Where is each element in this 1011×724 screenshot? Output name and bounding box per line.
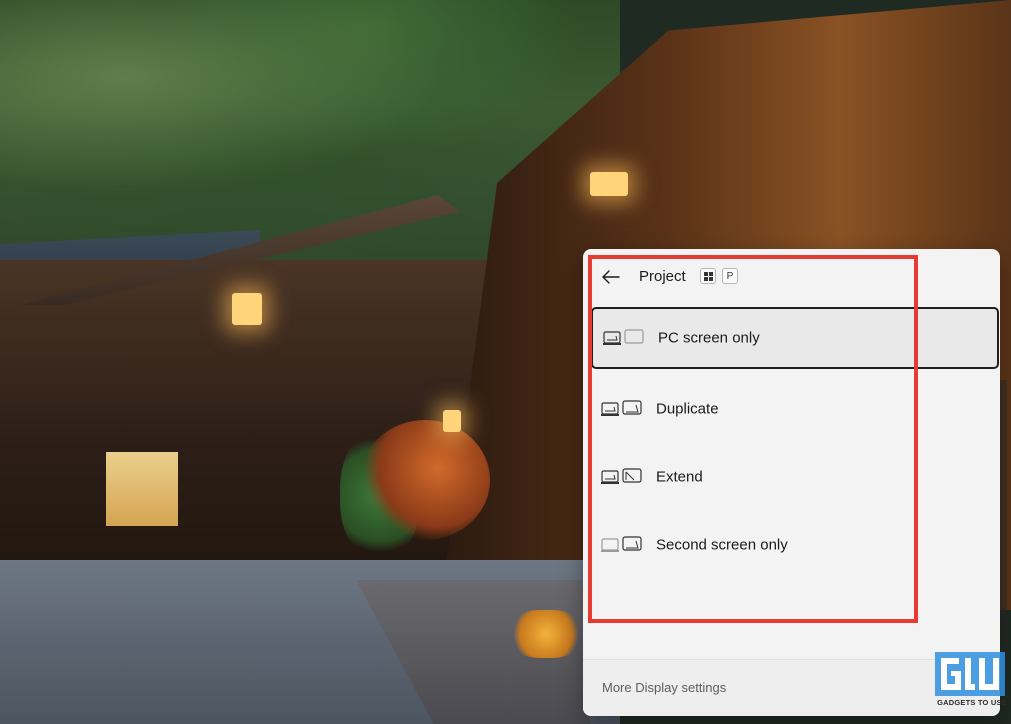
second-screen-only-icon [601, 536, 642, 552]
option-second-screen-only[interactable]: Second screen only [591, 514, 999, 576]
watermark: GADGETS TO USE [933, 652, 1008, 712]
option-label: Second screen only [656, 536, 788, 554]
lantern-icon [443, 410, 461, 432]
more-display-settings-link[interactable]: More Display settings [602, 680, 726, 695]
option-label: PC screen only [658, 329, 760, 347]
lantern-icon [590, 172, 628, 196]
pc-screen-only-icon [603, 329, 644, 345]
gtu-logo [935, 652, 1005, 696]
project-flyout: Project P PC screen only Duplicate Exten… [583, 249, 1000, 716]
flyout-header: Project P [583, 249, 1000, 305]
lantern-icon [232, 293, 262, 325]
watermark-text: GADGETS TO USE [937, 698, 1007, 707]
extend-icon [601, 468, 642, 484]
wallpaper-window-glow [106, 452, 178, 526]
option-duplicate[interactable]: Duplicate [591, 378, 999, 440]
back-arrow-icon [602, 270, 620, 284]
option-extend[interactable]: Extend [591, 446, 999, 508]
back-button[interactable] [599, 265, 623, 289]
flyout-title: Project [639, 268, 686, 285]
shortcut-key: P [722, 268, 738, 284]
option-label: Duplicate [656, 400, 719, 418]
duplicate-icon [601, 400, 642, 416]
option-pc-screen-only[interactable]: PC screen only [591, 307, 999, 369]
wallpaper-flowers [510, 610, 582, 658]
windows-key-icon [700, 268, 716, 284]
option-label: Extend [656, 468, 703, 486]
wallpaper-tree-autumn [360, 420, 490, 540]
screen-edge [1000, 380, 1007, 680]
